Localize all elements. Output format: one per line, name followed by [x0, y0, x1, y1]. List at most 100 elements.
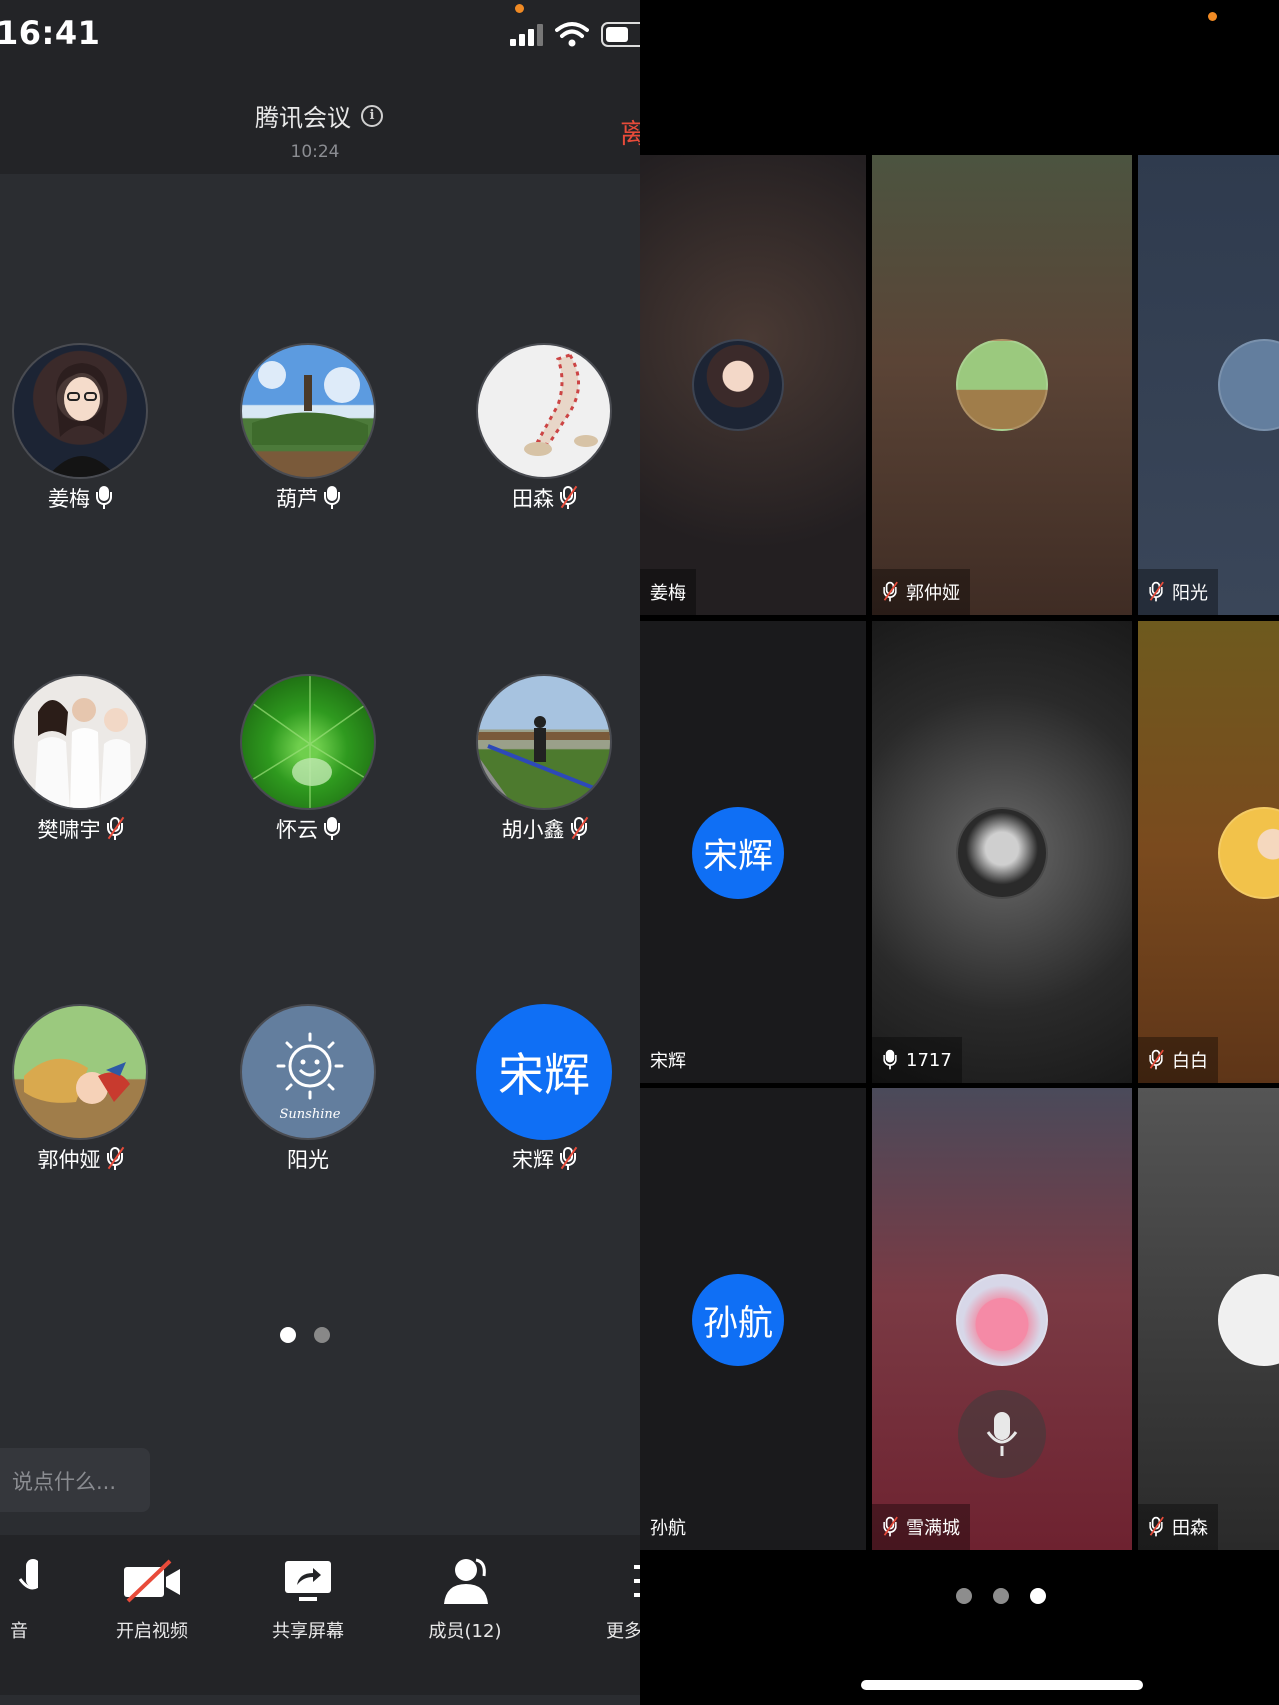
participant-tile[interactable]: 樊啸宇	[0, 674, 160, 842]
avatar: 宋辉	[692, 807, 784, 899]
participant-tile[interactable]: 姜梅	[0, 343, 160, 511]
page-dot-active[interactable]	[280, 1327, 296, 1343]
share-screen-button[interactable]: 共享屏幕	[248, 1553, 368, 1643]
members-icon	[444, 1558, 488, 1604]
video-tile[interactable]: 田森	[1138, 1088, 1279, 1550]
avatar	[12, 674, 148, 810]
participant-tile[interactable]: 胡小鑫	[464, 674, 624, 842]
avatar: 宋辉	[476, 1004, 612, 1140]
avatar: Sunshine	[240, 1004, 376, 1140]
status-bar: 16:41	[0, 0, 640, 80]
participant-name: 郭仲娅	[906, 583, 960, 604]
page-indicator[interactable]	[280, 1327, 330, 1343]
avatar	[1218, 1274, 1279, 1366]
avatar	[956, 339, 1048, 431]
chat-placeholder: 说点什么...	[12, 1470, 117, 1494]
video-off-icon	[124, 1559, 180, 1603]
cellular-signal-icon	[510, 24, 544, 46]
participant-tile[interactable]: 葫芦	[228, 343, 388, 511]
participant-name: 1717	[906, 1049, 952, 1071]
participant-tile[interactable]: 宋辉 宋辉	[464, 1004, 624, 1172]
video-tile[interactable]: 白白	[1138, 621, 1279, 1083]
participant-name: 田森	[1172, 1518, 1208, 1539]
home-indicator[interactable]	[861, 1680, 1143, 1690]
sunshine-logo: Sunshine	[276, 1032, 344, 1122]
video-tile[interactable]: 孙航 孙航	[640, 1088, 866, 1550]
meeting-toolbar: 音 开启视频 共享屏幕 成员(12) 更多	[0, 1535, 640, 1695]
participant-name: 葫芦	[276, 487, 318, 511]
microphone-muted-icon	[106, 816, 124, 841]
microphone-muted-icon	[883, 581, 898, 602]
participant-name: 郭仲娅	[37, 1148, 101, 1172]
participant-name: 姜梅	[650, 583, 686, 604]
more-button[interactable]: 更多	[564, 1553, 640, 1643]
video-tile[interactable]: 郭仲娅	[872, 155, 1132, 615]
avatar	[12, 343, 148, 479]
microphone-icon	[883, 1049, 897, 1070]
chat-input[interactable]: 说点什么...	[0, 1448, 150, 1512]
participant-name: 阳光	[287, 1148, 329, 1172]
microphone-muted-icon	[560, 485, 578, 510]
wifi-icon	[555, 22, 589, 47]
members-button[interactable]: 成员(12)	[405, 1553, 525, 1643]
participant-tile[interactable]: 怀云	[228, 674, 388, 842]
avatar	[240, 343, 376, 479]
avatar	[476, 674, 612, 810]
meeting-header: 腾讯会议 i 10:24	[0, 80, 640, 174]
microphone-muted-icon	[1149, 1516, 1164, 1537]
participant-name: 宋辉	[512, 1148, 554, 1172]
avatar	[956, 807, 1048, 899]
unmute-request-button[interactable]	[958, 1390, 1046, 1478]
more-menu-icon	[634, 1565, 640, 1597]
avatar	[1218, 339, 1279, 431]
meeting-title: 腾讯会议	[255, 104, 351, 132]
participant-name: 怀云	[276, 818, 318, 842]
meeting-duration: 10:24	[290, 142, 340, 162]
microphone-muted-icon	[560, 1146, 578, 1171]
start-video-button[interactable]: 开启视频	[92, 1553, 212, 1643]
participant-name: 姜梅	[48, 487, 90, 511]
participant-tile[interactable]: Sunshine 阳光	[228, 1004, 388, 1172]
participant-name: 阳光	[1172, 583, 1208, 604]
microphone-muted-icon	[570, 816, 588, 841]
leave-meeting-button[interactable]: 离	[620, 112, 640, 151]
video-gallery-view: 姜梅 郭仲娅 阳光 宋辉 宋辉 1717 白白 孙航 孙航 雪满城 田森	[640, 0, 1279, 1705]
mute-button[interactable]: 音	[0, 1553, 68, 1643]
participant-name: 白白	[1172, 1051, 1208, 1072]
avatar	[956, 1274, 1048, 1366]
participant-name: 孙航	[650, 1518, 686, 1539]
microphone-muted-icon	[883, 1516, 898, 1537]
video-tile[interactable]: 雪满城	[872, 1088, 1132, 1550]
privacy-indicator-dot	[1208, 12, 1217, 21]
microphone-muted-icon	[1149, 581, 1164, 602]
page-dot-active[interactable]	[1030, 1588, 1046, 1604]
microphone-icon	[18, 1559, 38, 1590]
microphone-icon	[96, 486, 112, 510]
page-dot[interactable]	[993, 1588, 1009, 1604]
avatar	[240, 674, 376, 810]
page-indicator[interactable]	[956, 1588, 1046, 1604]
page-dot[interactable]	[314, 1327, 330, 1343]
microphone-icon	[324, 486, 340, 510]
video-tile[interactable]: 姜梅	[640, 155, 866, 615]
participant-name: 田森	[512, 487, 554, 511]
participant-tile[interactable]: 郭仲娅	[0, 1004, 160, 1172]
participant-name: 雪满城	[906, 1518, 960, 1539]
microphone-muted-icon	[1149, 1049, 1164, 1070]
avatar: 孙航	[692, 1274, 784, 1366]
battery-icon	[601, 22, 640, 47]
video-tile[interactable]: 宋辉 宋辉	[640, 621, 866, 1083]
page-dot[interactable]	[956, 1588, 972, 1604]
microphone-muted-icon	[106, 1146, 124, 1171]
avatar	[12, 1004, 148, 1140]
microphone-icon	[324, 817, 340, 841]
participant-name: 胡小鑫	[501, 818, 565, 842]
privacy-indicator-dot	[515, 4, 524, 13]
participant-name: 樊啸宇	[37, 818, 101, 842]
info-icon[interactable]: i	[361, 104, 383, 127]
video-tile[interactable]: 阳光	[1138, 155, 1279, 615]
avatar	[476, 343, 612, 479]
avatar	[1218, 807, 1279, 899]
participant-tile[interactable]: 田森	[464, 343, 624, 511]
video-tile[interactable]: 1717	[872, 621, 1132, 1083]
